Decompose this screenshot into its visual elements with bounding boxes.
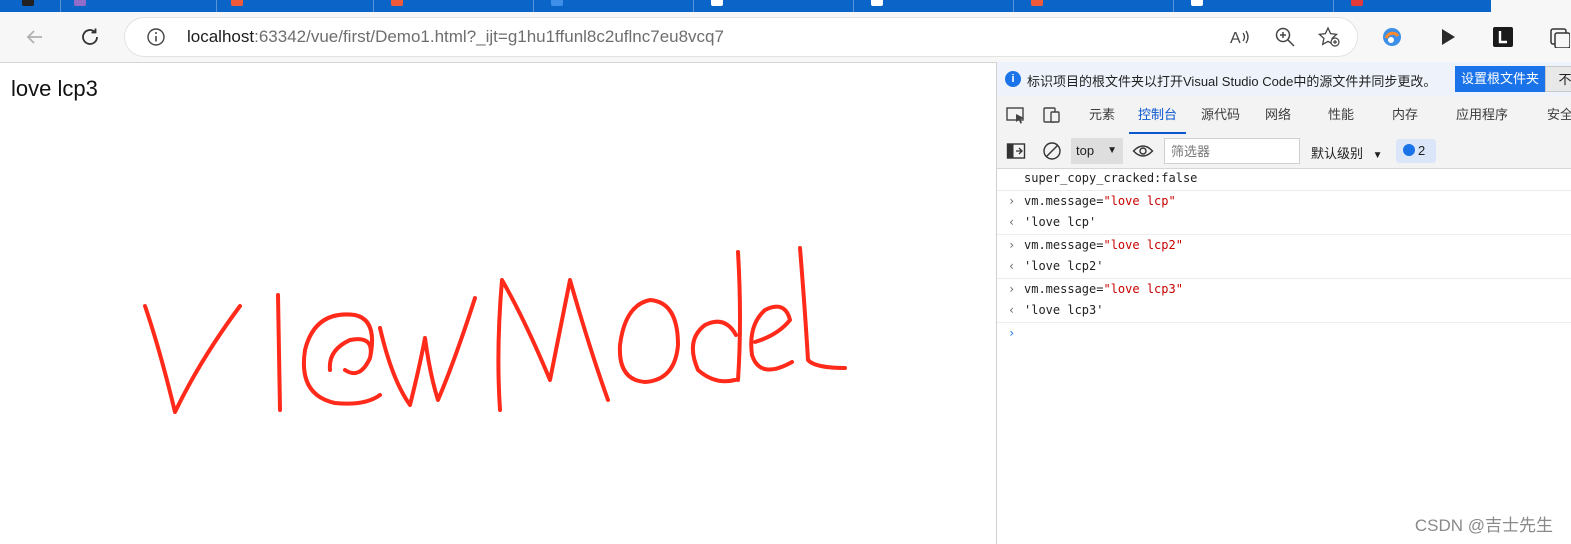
input-chevron-icon: › xyxy=(1008,237,1016,252)
address-bar[interactable]: localhost:63342/vue/first/Demo1.html?_ij… xyxy=(125,18,1357,56)
tab-favicon-icon xyxy=(391,0,403,6)
csdn-watermark: CSDN @吉士先生 xyxy=(1414,516,1553,535)
context-label: top xyxy=(1076,143,1095,158)
play-extension-icon[interactable] xyxy=(1434,23,1462,51)
tab-security[interactable]: 安全 xyxy=(1547,96,1571,134)
tab-favicon-icon xyxy=(231,0,243,6)
l-extension-icon[interactable] xyxy=(1489,23,1517,51)
clear-console-icon[interactable] xyxy=(1041,141,1063,161)
live-expression-eye-icon[interactable] xyxy=(1132,141,1154,161)
input-code: vm.message="love lcp2" xyxy=(1024,237,1183,252)
dropdown-arrow-icon: ▼ xyxy=(1107,145,1117,156)
devtools-tab-bar: 元素 控制台 源代码 网络 性能 内存 应用程序 安全 xyxy=(997,96,1571,135)
info-icon: i xyxy=(1005,71,1021,87)
site-info-icon[interactable] xyxy=(145,26,167,48)
handwritten-viewmodel-drawing xyxy=(143,246,847,414)
tab-favicon-icon xyxy=(74,0,86,6)
console-prompt[interactable]: › xyxy=(997,323,1571,345)
console-input-row: › vm.message="love lcp3" xyxy=(997,279,1571,301)
console-input-row: › vm.message="love lcp" xyxy=(997,191,1571,213)
infobar-message: 标识项目的根文件夹以打开Visual Studio Code中的源文件并同步更改… xyxy=(1027,74,1437,89)
tab-favicon-icon xyxy=(1191,0,1203,6)
sidebar-toggle-icon[interactable] xyxy=(1005,141,1027,161)
prompt-chevron-icon: › xyxy=(1008,325,1016,340)
tab-favicon-icon xyxy=(1031,0,1043,6)
read-aloud-icon[interactable]: A xyxy=(1228,26,1252,48)
output-value: 'love lcp2' xyxy=(1024,259,1104,273)
browser-tab[interactable] xyxy=(1337,0,1494,12)
issues-counter-button[interactable]: 2 xyxy=(1396,139,1436,163)
input-code: vm.message="love lcp3" xyxy=(1024,281,1183,296)
set-root-folder-button[interactable]: 设置根文件夹 xyxy=(1455,66,1546,92)
dismiss-button[interactable]: 不 xyxy=(1545,66,1571,92)
dropdown-arrow-icon: ▼ xyxy=(1372,150,1383,161)
url-path: :63342/vue/first/Demo1.html?_ijt=g1hu1ff… xyxy=(254,27,724,46)
svg-text:A: A xyxy=(1230,30,1241,47)
console-input-row: › vm.message="love lcp2" xyxy=(997,235,1571,257)
tab-favicon-icon xyxy=(711,0,723,6)
input-code: vm.message="love lcp" xyxy=(1024,193,1176,208)
inspect-element-icon[interactable] xyxy=(1005,105,1027,125)
log-text: super_copy_cracked:false xyxy=(1024,171,1198,185)
input-chevron-icon: › xyxy=(1008,281,1016,296)
issues-count: 2 xyxy=(1418,143,1426,158)
output-chevron-icon: ‹ xyxy=(1008,259,1016,273)
tab-memory[interactable]: 内存 xyxy=(1392,96,1418,134)
browser-tab[interactable] xyxy=(1177,0,1334,12)
browser-tab[interactable] xyxy=(60,0,217,12)
output-chevron-icon: ‹ xyxy=(1008,215,1016,229)
log-levels-dropdown[interactable]: 默认级别 ▼ xyxy=(1311,143,1383,162)
browser-tab[interactable] xyxy=(1017,0,1174,12)
browser-tab[interactable] xyxy=(537,0,694,12)
output-value: 'love lcp3' xyxy=(1024,303,1104,317)
url-host: localhost xyxy=(187,27,255,46)
console-output-row: ‹ 'love lcp' xyxy=(997,212,1571,235)
console-output: super_copy_cracked:false › vm.message="l… xyxy=(997,168,1571,344)
vue-message-text: love lcp3 xyxy=(11,76,98,101)
tab-elements[interactable]: 元素 xyxy=(1089,96,1115,134)
tab-application[interactable]: 应用程序 xyxy=(1456,96,1508,134)
browser-tab[interactable] xyxy=(857,0,1014,12)
tab-favicon-icon xyxy=(871,0,883,6)
devtools-infobar: i 标识项目的根文件夹以打开Visual Studio Code中的源文件并同步… xyxy=(997,62,1571,97)
favorite-add-icon[interactable] xyxy=(1317,26,1341,48)
tab-favicon-icon xyxy=(551,0,563,6)
input-chevron-icon: › xyxy=(1008,193,1016,208)
console-filter-input[interactable] xyxy=(1164,138,1300,164)
browser-tab[interactable] xyxy=(0,0,61,12)
browser-toolbar: localhost:63342/vue/first/Demo1.html?_ij… xyxy=(0,12,1571,63)
devtools-panel: i 标识项目的根文件夹以打开Visual Studio Code中的源文件并同步… xyxy=(996,62,1571,544)
url-text[interactable]: localhost:63342/vue/first/Demo1.html?_ij… xyxy=(187,27,724,47)
tab-performance[interactable]: 性能 xyxy=(1328,96,1354,134)
log-levels-label: 默认级别 xyxy=(1311,146,1364,161)
issues-icon xyxy=(1403,144,1415,156)
device-toolbar-icon[interactable] xyxy=(1041,105,1063,125)
browser-tab[interactable] xyxy=(697,0,854,12)
browser-tab[interactable] xyxy=(217,0,374,12)
tab-sources[interactable]: 源代码 xyxy=(1201,96,1240,134)
context-selector[interactable]: top ▼ xyxy=(1071,138,1123,164)
tab-console[interactable]: 控制台 xyxy=(1129,96,1187,134)
back-button[interactable] xyxy=(20,22,50,52)
tab-network[interactable]: 网络 xyxy=(1265,96,1291,134)
collections-icon[interactable] xyxy=(1545,23,1571,51)
console-toolbar: top ▼ 默认级别 ▼ 2 xyxy=(997,134,1571,169)
refresh-icon xyxy=(82,28,98,45)
tab-favicon-icon xyxy=(22,0,34,6)
console-log-row: super_copy_cracked:false xyxy=(997,168,1571,191)
extension-icon[interactable] xyxy=(1378,23,1406,51)
browser-tab-strip xyxy=(0,0,1571,12)
output-value: 'love lcp' xyxy=(1024,215,1097,229)
tab-favicon-icon xyxy=(1351,0,1363,6)
browser-tab[interactable] xyxy=(377,0,534,12)
back-arrow-icon xyxy=(26,30,42,44)
output-chevron-icon: ‹ xyxy=(1008,303,1016,317)
refresh-button[interactable] xyxy=(75,22,105,52)
console-output-row: ‹ 'love lcp2' xyxy=(997,256,1571,279)
zoom-icon[interactable] xyxy=(1273,26,1297,48)
browser-tab-active[interactable] xyxy=(1491,0,1571,12)
console-output-row: ‹ 'love lcp3' xyxy=(997,300,1571,323)
